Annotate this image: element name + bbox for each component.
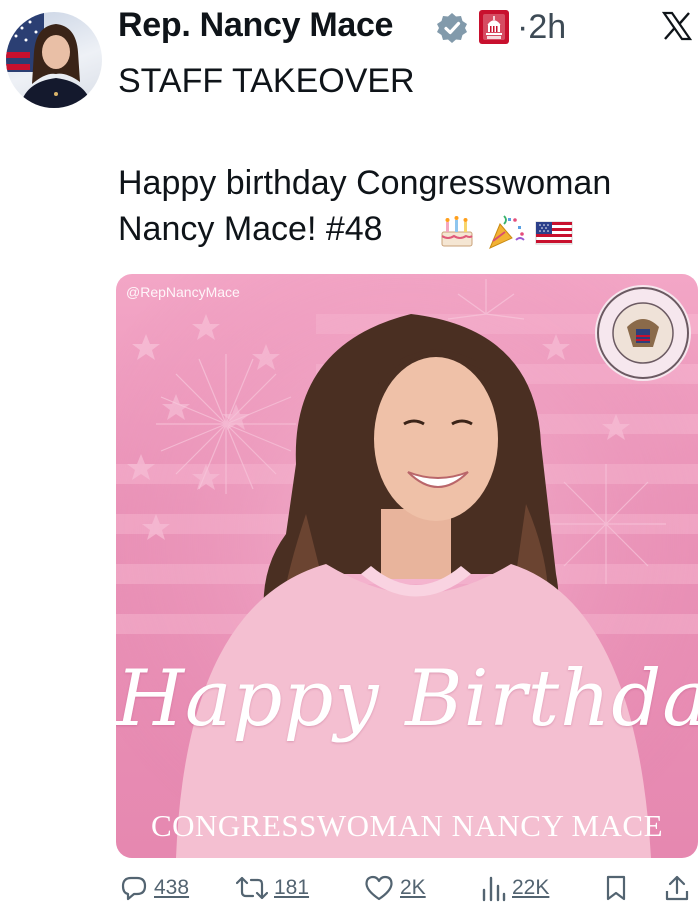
repost-button[interactable]: 181: [236, 872, 309, 904]
bookmark-icon: [606, 875, 626, 901]
verified-badge-icon[interactable]: [436, 12, 468, 44]
reply-button[interactable]: 438: [120, 872, 189, 904]
post-actions: 438 181 2K 22K: [118, 872, 698, 904]
birthday-cake-icon: [441, 216, 473, 247]
card-script-headline: Happy Birthday: [116, 654, 698, 744]
post-text-line-1: STAFF TAKEOVER: [118, 62, 415, 100]
card-background-art: [116, 274, 698, 858]
bookmark-button[interactable]: [604, 872, 628, 904]
share-button[interactable]: [664, 872, 690, 904]
views-button[interactable]: 22K: [480, 872, 549, 904]
house-gop-badge-icon[interactable]: [479, 10, 509, 44]
party-popper-icon: [489, 215, 525, 249]
post-text-line-3: Nancy Mace! #48: [118, 210, 383, 248]
like-icon: [365, 875, 393, 901]
post-text-line-2: Happy birthday Congresswoman: [118, 164, 612, 202]
views-icon: [482, 876, 506, 902]
repost-count: 181: [274, 876, 310, 899]
post-emojis: [438, 212, 578, 252]
reply-icon: [121, 876, 147, 901]
like-count: 2K: [400, 876, 426, 899]
us-flag-icon: [535, 221, 573, 245]
post-timestamp[interactable]: ·2h: [517, 8, 566, 47]
share-icon: [665, 875, 689, 901]
card-caption: CONGRESSWOMAN NANCY MACE: [150, 808, 664, 843]
house-seal-icon: [595, 285, 691, 381]
author-name[interactable]: Rep. Nancy Mace: [118, 6, 393, 45]
repost-icon: [236, 876, 268, 900]
reply-count: 438: [154, 876, 190, 899]
birthday-graphic[interactable]: @RepNancyMace Happy Birthday CONGRESSWOM…: [116, 274, 698, 858]
author-avatar[interactable]: [6, 12, 102, 108]
views-count: 22K: [512, 876, 550, 899]
x-logo-icon[interactable]: [661, 10, 693, 42]
avatar-portrait: [6, 12, 92, 108]
card-watermark: @RepNancyMace: [126, 284, 240, 300]
like-button[interactable]: 2K: [364, 872, 426, 904]
